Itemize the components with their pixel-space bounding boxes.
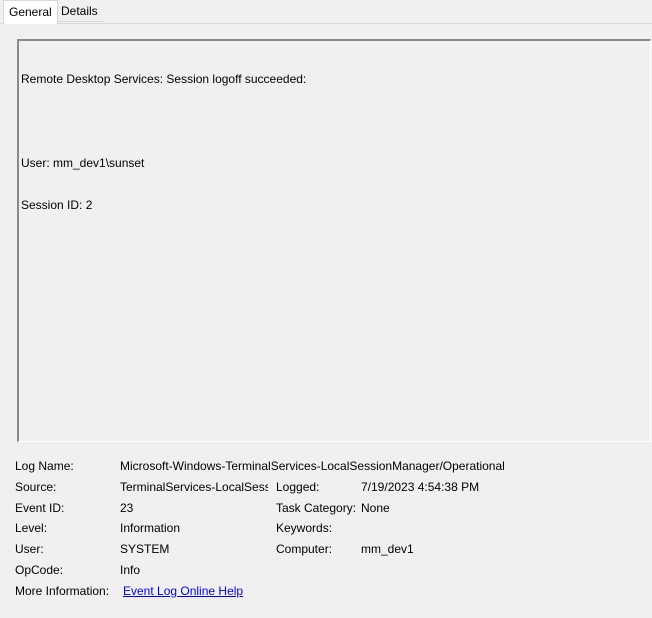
- more-information-label: More Information:: [15, 584, 110, 598]
- description-line: Session ID: 2: [21, 198, 93, 212]
- opcode-label: OpCode:: [15, 563, 64, 577]
- computer-value: mm_dev1: [361, 542, 414, 556]
- task-category-value: None: [361, 501, 390, 515]
- source-label: Source:: [15, 480, 57, 494]
- description-line: Remote Desktop Services: Session logoff …: [21, 72, 307, 86]
- description-line: [21, 114, 650, 128]
- user-value: SYSTEM: [120, 542, 170, 556]
- source-value: TerminalServices-LocalSessionManager: [120, 480, 268, 494]
- general-tab-panel: Remote Desktop Services: Session logoff …: [4, 24, 652, 618]
- logged-value: 7/19/2023 4:54:38 PM: [361, 480, 480, 494]
- tab-strip: General Details: [0, 0, 652, 24]
- event-properties-window: General Details Remote Desktop Services:…: [0, 0, 652, 618]
- event-log-online-help-link[interactable]: Event Log Online Help: [123, 584, 243, 598]
- tab-general[interactable]: General: [3, 0, 58, 24]
- computer-label: Computer:: [276, 542, 333, 556]
- opcode-value: Info: [120, 563, 141, 577]
- tab-details[interactable]: Details: [56, 2, 103, 22]
- event-id-value: 23: [120, 501, 134, 515]
- log-name-label: Log Name:: [15, 459, 74, 473]
- level-label: Level:: [15, 521, 48, 535]
- keywords-label: Keywords:: [276, 521, 333, 535]
- description-line: User: mm_dev1\sunset: [21, 156, 145, 170]
- event-id-label: Event ID:: [15, 501, 65, 515]
- user-label: User:: [15, 542, 44, 556]
- log-name-value: Microsoft-Windows-TerminalServices-Local…: [120, 459, 505, 473]
- logged-label: Logged:: [276, 480, 320, 494]
- event-description-box[interactable]: Remote Desktop Services: Session logoff …: [17, 39, 651, 442]
- level-value: Information: [120, 521, 181, 535]
- task-category-label: Task Category:: [276, 501, 357, 515]
